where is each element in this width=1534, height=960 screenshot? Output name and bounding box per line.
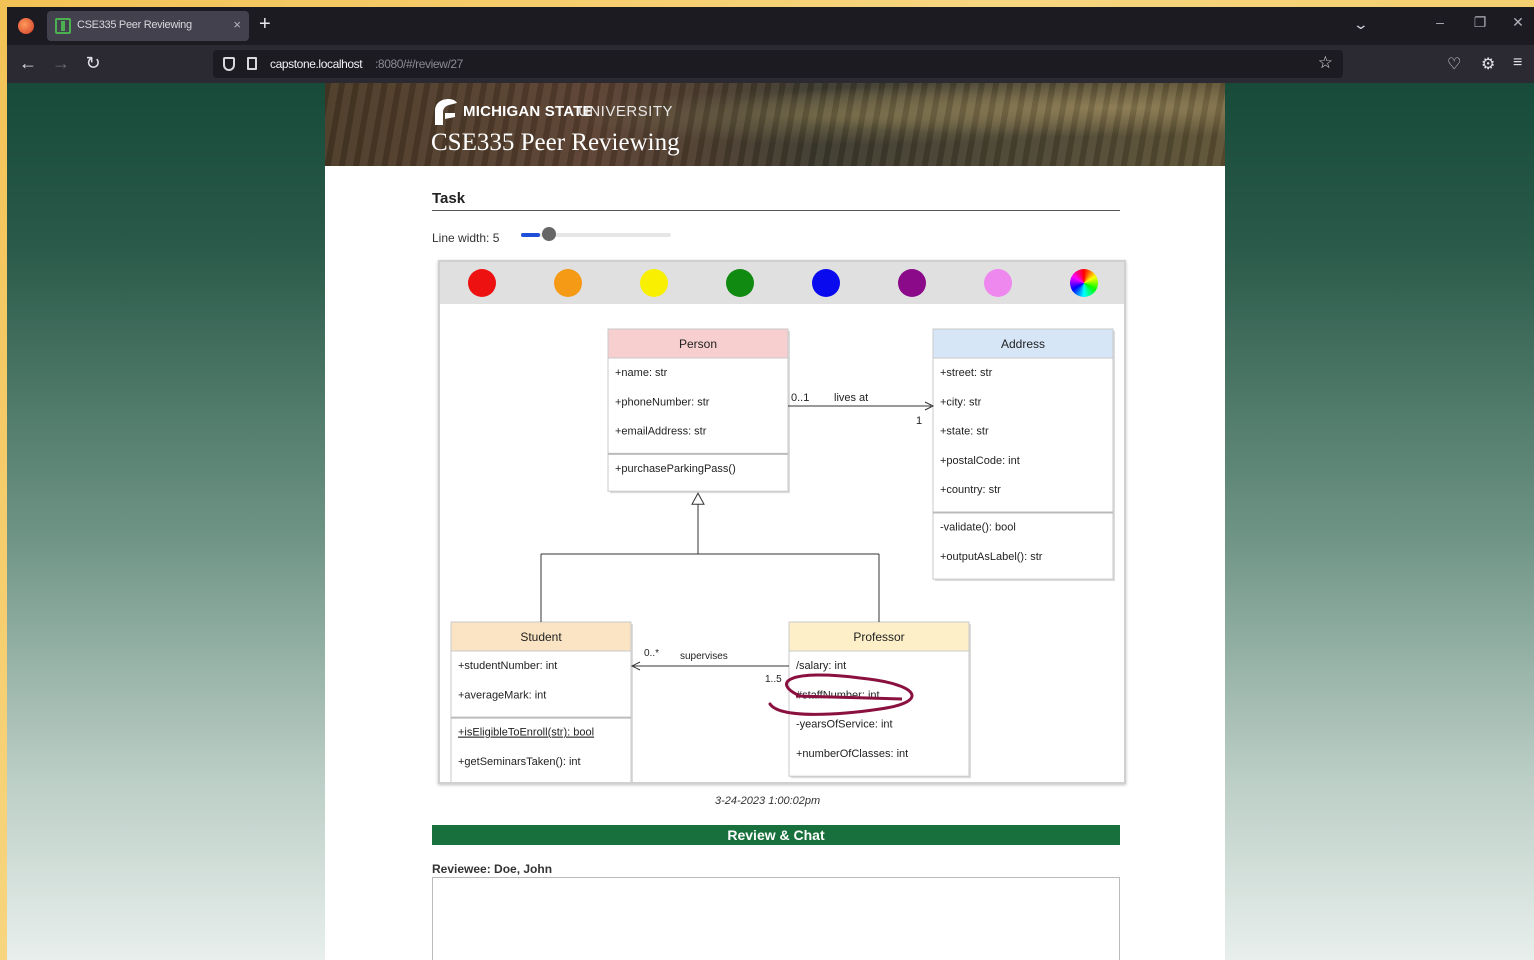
tracking-protection-icon[interactable] bbox=[223, 57, 235, 71]
address-attribute: +state: str bbox=[940, 426, 989, 438]
university-suffix: UNIVERSITY bbox=[578, 103, 674, 120]
spartan-helmet-icon bbox=[435, 99, 457, 125]
multiplicity-label: 1..5 bbox=[765, 674, 782, 685]
color-swatch[interactable] bbox=[468, 269, 496, 297]
professor-name: Professor bbox=[853, 630, 904, 644]
student-attribute: +studentNumber: int bbox=[458, 660, 557, 672]
review-textarea[interactable] bbox=[432, 877, 1120, 960]
address-bar[interactable]: capstone.localhost :8080/#/review/27 ☆ bbox=[213, 50, 1343, 78]
tab-active[interactable]: CSE335 Peer Reviewing × bbox=[47, 11, 249, 41]
site-title: CSE335 Peer Reviewing bbox=[431, 129, 680, 156]
close-window-button[interactable]: ✕ bbox=[1503, 14, 1533, 31]
extensions-icon[interactable]: ⚙ bbox=[1481, 54, 1495, 74]
person-attribute: +emailAddress: str bbox=[615, 426, 707, 438]
divider bbox=[432, 210, 1120, 211]
address-attribute: +city: str bbox=[940, 396, 982, 408]
student-name: Student bbox=[520, 630, 562, 644]
timestamp: 3-24-2023 1:00:02pm bbox=[715, 795, 821, 807]
person-attribute: +phoneNumber: str bbox=[615, 396, 710, 408]
tab-close-icon[interactable]: × bbox=[233, 17, 241, 32]
multiplicity-label: 1 bbox=[916, 415, 922, 427]
line-width-slider-thumb[interactable] bbox=[542, 227, 556, 241]
page-info-icon[interactable] bbox=[247, 57, 257, 70]
tab-bar: CSE335 Peer Reviewing × + ⌄ – ❐ ✕ bbox=[7, 7, 1534, 45]
address-attribute: +street: str bbox=[940, 367, 993, 379]
drawing-canvas[interactable]: Person +name: str +phoneNumber: str +emailA… bbox=[438, 260, 1126, 784]
address-attribute: +country: str bbox=[940, 484, 1001, 496]
color-swatch[interactable] bbox=[640, 269, 668, 297]
address-name: Address bbox=[1001, 337, 1045, 351]
professor-attribute: -yearsOfService: int bbox=[796, 719, 893, 731]
reviewee-label: Reviewee: Doe, John bbox=[432, 862, 553, 876]
navigation-bar: ← → ↻ capstone.localhost :8080/#/review/… bbox=[7, 45, 1534, 83]
task-heading: Task bbox=[432, 190, 466, 207]
uml-diagram[interactable]: Person +name: str +phoneNumber: str +emailA… bbox=[440, 304, 1124, 782]
line-width-slider-fill bbox=[521, 233, 540, 237]
person-attribute: +name: str bbox=[615, 367, 668, 379]
association-label: supervises bbox=[680, 651, 728, 662]
generalization-arrow bbox=[691, 492, 705, 505]
bookmark-star-icon[interactable]: ☆ bbox=[1318, 53, 1333, 73]
review-chat-header: Review & Chat bbox=[432, 825, 1120, 845]
browser-window: CSE335 Peer Reviewing × + ⌄ – ❐ ✕ ← → ↻ … bbox=[7, 7, 1534, 960]
url-host: capstone.localhost bbox=[270, 57, 363, 71]
multiplicity-label: 0..* bbox=[644, 648, 659, 659]
student-attribute: +averageMark: int bbox=[458, 689, 546, 701]
page-content: MICHIGAN STATE UNIVERSITY CSE335 Peer Re… bbox=[325, 83, 1225, 960]
professor-attribute: +numberOfClasses: int bbox=[796, 748, 908, 760]
url-path: :8080/#/review/27 bbox=[375, 57, 463, 71]
restore-button[interactable]: ❐ bbox=[1465, 14, 1495, 31]
forward-button[interactable]: → bbox=[50, 53, 72, 74]
color-swatch[interactable] bbox=[726, 269, 754, 297]
reload-button[interactable]: ↻ bbox=[82, 53, 104, 74]
university-name: MICHIGAN STATE bbox=[463, 103, 593, 120]
professor-attribute: /salary: int bbox=[796, 660, 846, 672]
back-button[interactable]: ← bbox=[17, 53, 39, 74]
multiplicity-label: 0..1 bbox=[791, 392, 809, 404]
person-method: +purchaseParkingPass() bbox=[615, 463, 736, 475]
color-swatch[interactable] bbox=[554, 269, 582, 297]
color-swatch[interactable] bbox=[898, 269, 926, 297]
app-menu-icon[interactable]: ≡ bbox=[1513, 54, 1522, 72]
person-name: Person bbox=[679, 337, 717, 351]
list-tabs-icon[interactable]: ⌄ bbox=[1353, 16, 1369, 33]
minimize-button[interactable]: – bbox=[1425, 14, 1455, 30]
address-attribute: +postalCode: int bbox=[940, 455, 1020, 467]
tab-title: CSE335 Peer Reviewing bbox=[77, 19, 192, 31]
pocket-icon[interactable]: ♡ bbox=[1447, 54, 1461, 74]
header-banner: MICHIGAN STATE UNIVERSITY CSE335 Peer Re… bbox=[325, 83, 1225, 166]
color-palette bbox=[440, 262, 1124, 304]
color-swatch[interactable] bbox=[984, 269, 1012, 297]
association-label: lives at bbox=[834, 392, 868, 404]
firefox-icon[interactable] bbox=[18, 18, 34, 34]
address-method: -validate(): bool bbox=[940, 522, 1016, 534]
student-method: +getSeminarsTaken(): int bbox=[458, 756, 581, 768]
color-swatch[interactable] bbox=[812, 269, 840, 297]
favicon-icon bbox=[55, 18, 71, 34]
student-method: +isEligibleToEnroll(str): bool bbox=[458, 727, 594, 739]
new-tab-button[interactable]: + bbox=[259, 13, 271, 36]
address-method: +outputAsLabel(): str bbox=[940, 551, 1043, 563]
line-width-label: Line width: 5 bbox=[432, 231, 500, 245]
custom-color-picker[interactable] bbox=[1070, 269, 1098, 297]
